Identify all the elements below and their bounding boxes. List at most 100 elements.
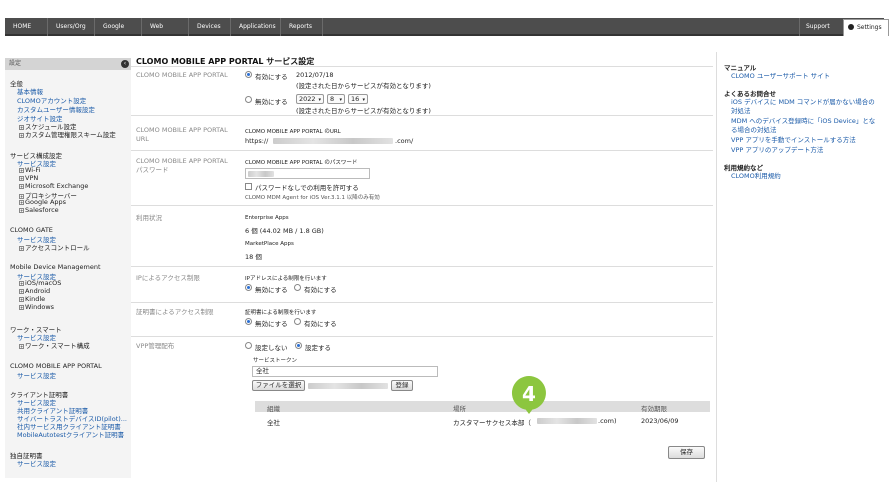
expand-icon[interactable]: +: [19, 184, 24, 189]
manual-heading: マニュアル: [724, 64, 757, 72]
sidebar-item-label: Windows: [25, 303, 55, 311]
portal-enable-radio[interactable]: [245, 71, 252, 78]
nav-devices[interactable]: Devices: [189, 18, 231, 36]
sidebar-item-label: Salesforce: [25, 206, 59, 214]
ip-disable-label: 無効にする: [255, 286, 288, 294]
cell-org: 全社: [267, 419, 280, 427]
portal-enable-row: CLOMO MOBILE APP PORTAL 有効にする 2012/07/18…: [131, 66, 713, 115]
row-label: 証明書によるアクセス制限: [136, 308, 214, 316]
sidebar-item-label: Kindle: [25, 295, 46, 303]
step-number: 4: [522, 382, 536, 406]
enterprise-apps-title: Enterprise Apps: [245, 215, 289, 221]
sidebar-header: 設定 ‹: [5, 58, 131, 70]
cert-disable-radio[interactable]: [245, 318, 252, 325]
register-button[interactable]: 登録: [391, 380, 413, 391]
row-label: CLOMO MOBILE APP PORTAL: [136, 71, 228, 79]
cert-caption: 証明書による制限を行います: [245, 310, 317, 316]
ip-enable-radio[interactable]: [294, 284, 301, 291]
sidebar-link-service-settings[interactable]: サービス設定: [17, 458, 56, 468]
ip-disable-radio[interactable]: [245, 284, 252, 291]
terms-heading: 利用規約など: [724, 164, 763, 172]
nav-settings-tab[interactable]: Settings: [843, 19, 889, 36]
portal-disable-radio[interactable]: [245, 96, 252, 103]
expand-icon[interactable]: +: [19, 208, 24, 213]
sidebar-item-google-apps[interactable]: + Google Apps: [19, 198, 66, 206]
sidebar-item-label: アクセスコントロール: [25, 244, 90, 252]
nav-reports[interactable]: Reports: [281, 18, 323, 36]
sidebar-item-kindle[interactable]: + Kindle: [19, 295, 45, 303]
sidebar-item-salesforce[interactable]: + Salesforce: [19, 206, 59, 214]
expand-icon[interactable]: +: [19, 297, 24, 302]
choose-file-button[interactable]: ファイルを選択: [252, 380, 305, 391]
sidebar-item-custom-permission[interactable]: + カスタム管理権限スキーム設定: [19, 129, 116, 139]
chevron-down-icon: ▾: [362, 97, 365, 103]
save-button[interactable]: 保存: [668, 446, 705, 459]
no-password-label: パスワードなしでの利用を許可する: [255, 184, 359, 192]
nav-applications[interactable]: Applications: [231, 18, 281, 36]
expand-icon[interactable]: +: [19, 200, 24, 205]
expand-icon[interactable]: +: [19, 344, 24, 349]
link-faq-mdm-command[interactable]: iOS デバイスに MDM コマンドが届かない場合の対処法: [731, 98, 881, 116]
sidebar-item-exchange[interactable]: + Microsoft Exchange: [19, 182, 88, 190]
year-select[interactable]: 2022 ▾: [296, 94, 324, 104]
nav-google-apps[interactable]: Google Apps: [95, 18, 142, 48]
sidebar-item-vpn[interactable]: + VPN: [19, 174, 38, 182]
service-token-input[interactable]: 全社: [252, 366, 438, 377]
portal-enable-note: (設定された日からサービスが有効となります): [296, 82, 431, 90]
password-note: CLOMO MDM Agent for iOS Ver.3.1.1 以降のみ有効: [245, 195, 380, 201]
portal-password-row: CLOMO MOBILE APP PORTAL パスワード CLOMO MOBI…: [131, 150, 713, 205]
expand-icon[interactable]: +: [19, 168, 24, 173]
link-faq-vpp-update[interactable]: VPP アプリのアップデート方法: [731, 146, 881, 155]
column-header-expiry: 有効期限: [641, 405, 667, 413]
sidebar-link-service-settings[interactable]: サービス設定: [17, 370, 56, 380]
expand-icon[interactable]: +: [19, 176, 24, 181]
sidebar-item-windows[interactable]: + Windows: [19, 303, 54, 311]
nav-users-org[interactable]: Users/Org: [48, 18, 95, 36]
chevron-down-icon: ▾: [339, 97, 342, 103]
ip-restriction-row: IPによるアクセス制限 IPアドレスによる制限を行います 無効にする 有効にする: [131, 266, 713, 302]
link-clomo-support-site[interactable]: CLOMO ユーザーサポート サイト: [731, 72, 881, 81]
sidebar-header-label: 設定: [9, 60, 22, 67]
vpp-no-setting-radio[interactable]: [245, 342, 252, 349]
day-select[interactable]: 16 ▾: [348, 94, 368, 104]
link-faq-vpp-install[interactable]: VPP アプリを手動でインストールする方法: [731, 136, 881, 145]
expand-icon[interactable]: +: [19, 281, 24, 286]
month-select[interactable]: 8 ▾: [327, 94, 345, 104]
sidebar-item-android[interactable]: + Android: [19, 287, 50, 295]
cert-restriction-row: 証明書によるアクセス制限 証明書による制限を行います 無効にする 有効にする: [131, 302, 713, 336]
expand-icon[interactable]: +: [19, 289, 24, 294]
password-caption: CLOMO MOBILE APP PORTAL のパスワード: [245, 160, 358, 166]
password-input[interactable]: [245, 168, 370, 179]
badge-pointer: [523, 406, 535, 414]
enterprise-apps-value: 6 個 (44.02 MB / 1.8 GB): [245, 227, 324, 235]
link-terms-of-use[interactable]: CLOMO利用規約: [731, 172, 881, 181]
row-label: IPによるアクセス制限: [136, 274, 200, 282]
link-faq-ios-device[interactable]: MDM へのデバイス登録時に「iOS Device」となる場合の対処法: [731, 117, 881, 135]
nav-home[interactable]: HOME: [5, 18, 48, 36]
nav-support[interactable]: Support: [799, 18, 839, 36]
cell-location: カスタマーサクセス本部（: [453, 419, 531, 427]
portal-enable-date: 2012/07/18: [296, 71, 334, 79]
redacted-file-name: [308, 383, 388, 389]
no-password-checkbox[interactable]: [245, 183, 252, 190]
nav-web-access[interactable]: Web Access: [142, 18, 189, 48]
month-value: 8: [330, 95, 335, 103]
sidebar-item-ios-macos[interactable]: + iOS/macOS: [19, 279, 61, 287]
expand-icon[interactable]: +: [19, 305, 24, 310]
url-caption: CLOMO MOBILE APP PORTAL のURL: [245, 129, 341, 135]
url-prefix: https://: [245, 137, 269, 145]
sidebar-item-wifi[interactable]: + Wi-Fi: [19, 166, 41, 174]
sidebar-item-work-smart-config[interactable]: + ワーク・スマート構成: [19, 340, 90, 350]
expand-icon[interactable]: +: [19, 133, 24, 138]
sidebar-item-label: iOS/macOS: [25, 279, 62, 287]
expand-icon[interactable]: +: [19, 246, 24, 251]
collapse-icon[interactable]: ‹: [121, 60, 129, 68]
sidebar-link-mobileautotest-cert[interactable]: MobileAutotestクライアント証明書: [17, 429, 124, 439]
main-content: CLOMO MOBILE APP PORTAL サービス設定 CLOMO MOB…: [131, 52, 713, 482]
portal-disable-note: (設定された日からサービスが有効となります): [296, 107, 431, 115]
help-panel: マニュアル CLOMO ユーザーサポート サイト よくあるお問合せ iOS デバ…: [716, 52, 884, 482]
ip-caption: IPアドレスによる制限を行います: [245, 276, 327, 282]
cert-enable-radio[interactable]: [294, 318, 301, 325]
sidebar-item-access-control[interactable]: + アクセスコントロール: [19, 242, 90, 252]
vpp-setting-radio[interactable]: [295, 342, 302, 349]
